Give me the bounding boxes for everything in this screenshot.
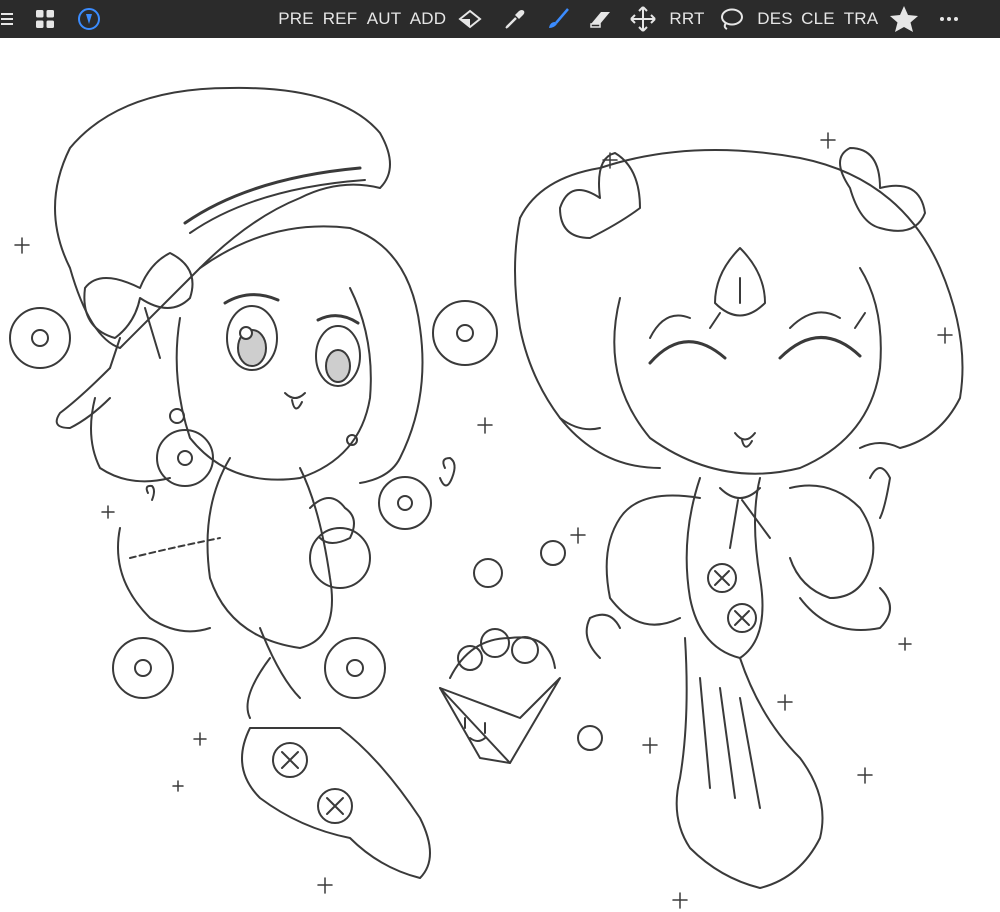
top-toolbar: PRE REF AUT ADD RRT DES CLE TRA — [0, 0, 1000, 38]
flower-3 — [156, 429, 214, 487]
right-face — [613, 267, 882, 475]
sparkles — [14, 132, 953, 909]
sketch-artwork — [9, 86, 964, 909]
drawing-canvas[interactable] — [0, 38, 1000, 912]
aut-button[interactable]: AUT — [365, 0, 403, 38]
flower-2 — [432, 300, 498, 366]
flower-1 — [9, 307, 71, 369]
menu-icon[interactable] — [0, 0, 16, 38]
brush-icon[interactable] — [543, 0, 573, 38]
tra-button[interactable]: TRA — [843, 0, 879, 38]
star-icon[interactable] — [888, 0, 920, 38]
selection-icon[interactable] — [455, 0, 485, 38]
flower-6 — [324, 637, 386, 699]
eyedropper-icon[interactable] — [500, 0, 530, 38]
des-button[interactable]: DES — [757, 0, 793, 38]
closed-eye-2 — [778, 336, 862, 360]
closed-eye-1 — [648, 340, 727, 365]
add-button[interactable]: ADD — [408, 0, 448, 38]
more-icon[interactable] — [936, 0, 962, 38]
flower-4 — [378, 476, 432, 530]
flower-5 — [112, 637, 174, 699]
rrt-button[interactable]: RRT — [669, 0, 705, 38]
left-body — [206, 457, 333, 649]
right-ear-right — [839, 147, 926, 232]
brand-icon[interactable] — [76, 0, 102, 38]
cle-button[interactable]: CLE — [800, 0, 836, 38]
right-ear-left — [559, 152, 641, 239]
left-hair — [199, 225, 424, 484]
ref-button[interactable]: REF — [322, 0, 358, 38]
hat-bow — [83, 252, 194, 339]
pre-button[interactable]: PRE — [278, 0, 314, 38]
eraser-icon[interactable] — [586, 0, 616, 38]
right-body — [685, 477, 764, 659]
lasso-icon[interactable] — [716, 0, 746, 38]
grid-icon[interactable] — [32, 0, 58, 38]
right-hair — [519, 149, 964, 449]
beret — [54, 86, 391, 349]
move-icon[interactable] — [628, 0, 658, 38]
